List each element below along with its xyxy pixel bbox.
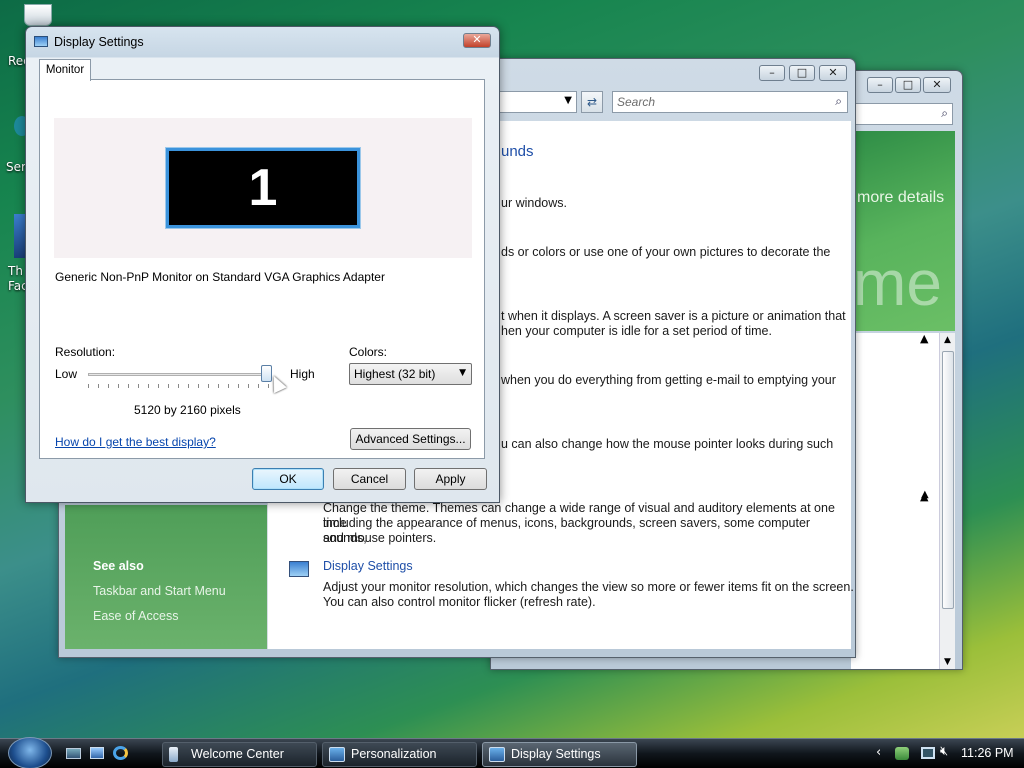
display-settings-icon[interactable] [289,561,309,577]
close-button[interactable]: ✕ [819,65,847,81]
colors-label: Colors: [349,345,388,359]
colors-selected-value: Highest (32 bit) [354,367,436,381]
resolution-value: 5120 by 2160 pixels [134,403,241,417]
monitor-number: 1 [248,159,278,217]
item-screensaver-text1: t when it displays. A screen saver is a … [501,309,846,323]
dropdown-arrow-icon: ▼ [459,368,466,378]
dialog-title: Display Settings [54,35,144,49]
apply-button[interactable]: Apply [414,468,487,490]
display-text2: You can also control monitor flicker (re… [323,595,596,609]
tab-monitor[interactable]: Monitor [39,59,91,81]
ok-button[interactable]: OK [252,468,324,490]
scroll-down-arrow[interactable]: ▼ [944,657,951,667]
slider-ticks [88,384,272,388]
page-heading: unds [501,143,534,160]
resolution-label: Resolution: [55,345,116,359]
item-background-text: ds or colors or use one of your own pict… [501,245,831,259]
close-button[interactable]: ✕ [463,33,491,48]
collapse-arrow-icon[interactable]: ▲ [920,332,928,345]
taskbar-item-label: Personalization [351,747,437,761]
scroll-up-arrow[interactable]: ▲ [944,335,951,345]
item-sounds-text: when you do everything from getting e-ma… [501,373,836,387]
display-settings-title-icon [34,36,48,47]
search-placeholder: Search [617,95,656,109]
link-ease-of-access[interactable]: Ease of Access [93,609,178,623]
monitor-tab-panel: 1 Generic Non-PnP Monitor on Standard VG… [39,79,485,459]
scrollbar[interactable]: ▲ ▼ [939,333,955,669]
display-settings-icon [489,747,505,762]
resolution-slider[interactable] [88,362,278,390]
display-text1: Adjust your monitor resolution, which ch… [323,580,854,594]
item-mouse-text: u can also change how the mouse pointer … [501,437,834,451]
tray-expand-icon[interactable]: ‹ [876,745,881,760]
taskbar: Welcome Center Personalization Display S… [0,737,1024,768]
side-panel: See also Taskbar and Start Menu Ease of … [65,505,267,649]
display-settings-link[interactable]: Display Settings [323,559,413,573]
search-icon[interactable]: ⌕ [941,106,948,121]
collapse-arrow-icon[interactable]: ▲ [920,490,928,503]
banner-big-text: me [853,247,942,319]
link-taskbar-start-menu[interactable]: Taskbar and Start Menu [93,584,226,598]
tray-app-icon[interactable] [895,747,909,760]
scroll-thumb[interactable] [942,351,954,609]
see-also-heading: See also [93,559,144,573]
minimize-button[interactable]: – [759,65,785,81]
search-icon[interactable]: ⌕ [835,94,842,109]
item-window-color-text: ur windows. [501,196,567,210]
cancel-button[interactable]: Cancel [333,468,406,490]
show-desktop-icon[interactable] [66,748,81,759]
taskbar-item-display-settings[interactable]: Display Settings [482,742,637,767]
taskbar-item-welcome-center[interactable]: Welcome Center [162,742,317,767]
display-settings-dialog[interactable]: Display Settings ✕ Monitor 1 Generic Non… [25,26,500,503]
switch-windows-icon[interactable] [90,747,104,759]
personalization-icon [329,747,345,762]
clock[interactable]: 11:26 PM [961,746,1014,760]
maximize-button[interactable]: □ [789,65,815,81]
internet-explorer-icon[interactable] [113,746,128,760]
help-link[interactable]: How do I get the best display? [55,435,216,449]
taskbar-item-personalization[interactable]: Personalization [322,742,477,767]
start-button[interactable] [8,737,52,768]
advanced-settings-button[interactable]: Advanced Settings... [350,428,471,450]
monitor-description: Generic Non-PnP Monitor on Standard VGA … [55,270,385,284]
close-button[interactable]: ✕ [923,77,951,93]
taskbar-item-label: Welcome Center [191,747,284,761]
minimize-button[interactable]: – [867,77,893,93]
search-input[interactable]: Search ⌕ [612,91,848,113]
dropdown-arrow-icon[interactable]: ▼ [564,95,572,106]
welcome-banner: more details me [851,131,955,331]
taskbar-item-label: Display Settings [511,747,601,761]
slider-track [88,373,272,376]
recycle-bin-icon [24,4,52,26]
slider-low-label: Low [55,367,78,381]
slider-high-label: High [290,367,315,381]
item-screensaver-text2: hen your computer is idle for a set peri… [501,324,772,338]
monitor-1-tile[interactable]: 1 [165,147,361,229]
volume-muted-icon[interactable]: 🔇︎ [940,744,948,759]
address-bar[interactable]: ▼ [499,91,577,113]
search-bar[interactable]: ⌕ [847,103,953,125]
more-details-text[interactable]: more details [857,189,944,207]
theme-text3: and mouse pointers. [323,531,437,545]
welcome-center-icon [169,747,178,762]
maximize-button[interactable]: □ [895,77,921,93]
colors-select[interactable]: Highest (32 bit) ▼ [349,363,472,385]
network-icon[interactable] [921,747,935,759]
refresh-button[interactable]: ⇄ [581,91,603,113]
